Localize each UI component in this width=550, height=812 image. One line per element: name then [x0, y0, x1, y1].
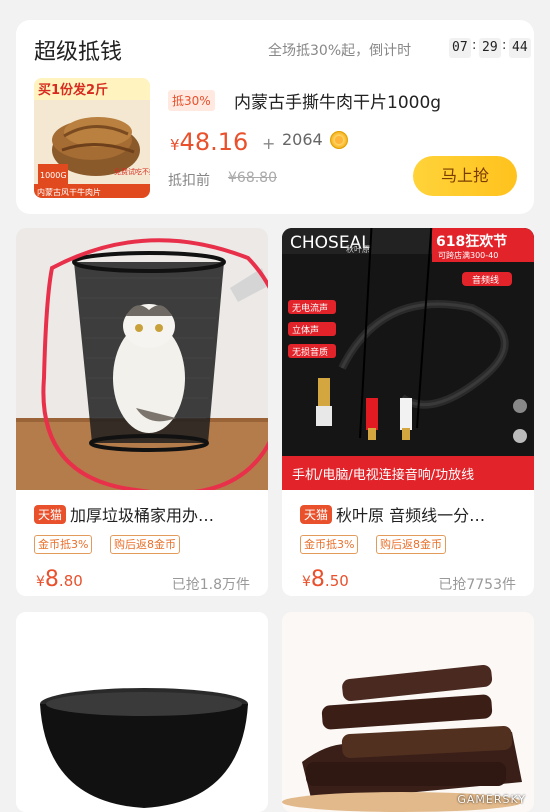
discount-tag: 抵30%: [168, 90, 215, 111]
countdown-sep: :: [502, 38, 507, 53]
product-title-text: 秋叶原 音频线一分…: [336, 506, 486, 525]
price-value: 48.16: [179, 128, 249, 156]
jerky-image: [282, 612, 534, 812]
price-dec: .80: [58, 572, 83, 590]
cashback-chip: 购后返8金币: [110, 535, 180, 554]
product-name-text: 内蒙古风干牛肉片: [37, 187, 101, 197]
guarantee-text: 免费试吃不好包退: [114, 167, 150, 176]
trash-can-image: [16, 228, 268, 490]
feature-text: 无电流声: [292, 302, 328, 314]
promo-text: 买1份发2斤: [38, 82, 108, 98]
original-price-label: 抵扣前: [168, 173, 210, 189]
cashback-chip: 购后返8金币: [376, 535, 446, 554]
coin-icon: [330, 131, 348, 149]
product-price: ¥8.80: [36, 567, 83, 592]
product-title: 天猫 秋叶原 音频线一分…: [300, 502, 534, 526]
product-card-jerky[interactable]: GAMERSKY: [282, 612, 534, 812]
tmall-badge: 天猫: [300, 505, 333, 524]
tmall-badge: 天猫: [34, 505, 67, 524]
product-title[interactable]: 内蒙古手撕牛肉干片1000g: [234, 88, 441, 113]
original-price: ¥68.80: [228, 170, 277, 186]
price-int: 8: [310, 567, 325, 592]
coin-discount-chip: 金币抵3%: [34, 535, 93, 554]
countdown-minutes: 29: [479, 38, 501, 58]
brand-cn-text: 秋叶原: [346, 244, 370, 254]
sold-count: 已抢7753件: [438, 577, 516, 593]
countdown-seconds: 44: [509, 38, 531, 58]
product-card-trash-can[interactable]: 天猫 加厚垃圾桶家用办… 金币抵3% 购后返8金币 ¥8.80 已抢1.8万件: [16, 228, 268, 596]
section-subtitle: 全场抵30%起，倒计时: [268, 43, 412, 59]
currency-symbol: ¥: [302, 574, 311, 590]
audio-cable-image: CHOSEAL 秋叶原 618狂欢节 可跨店满300-40 音频线 无电流声 立…: [282, 228, 534, 490]
product-price: ¥8.50: [302, 567, 349, 592]
plus-sign: +: [262, 134, 276, 153]
price-int: 8: [44, 567, 59, 592]
cable-tag-text: 音频线: [472, 274, 499, 286]
sold-count: 已抢1.8万件: [171, 577, 250, 593]
coin-amount: 2064: [282, 130, 323, 149]
product-price: ¥48.16: [170, 128, 248, 156]
banner-text: 618狂欢节: [436, 233, 507, 250]
bottom-banner-text: 手机/电脑/电视连接音响/功放线: [292, 467, 474, 483]
beef-jerky-image[interactable]: 买1份发2斤 1000G 内蒙古风干牛肉片 免费试吃不好包退: [34, 78, 150, 198]
feature-text: 无损音质: [292, 346, 328, 358]
countdown-sep: :: [472, 38, 477, 53]
watermark: GAMERSKY: [457, 793, 526, 806]
product-card-bowl[interactable]: [16, 612, 268, 812]
super-deal-card: 超级抵钱 全场抵30%起，倒计时 07 : 29 : 44 买1份发2斤 100…: [16, 20, 534, 214]
product-card-audio-cable[interactable]: CHOSEAL 秋叶原 618狂欢节 可跨店满300-40 音频线 无电流声 立…: [282, 228, 534, 596]
currency-symbol: ¥: [36, 574, 45, 590]
countdown-hours: 07: [449, 38, 471, 58]
coin-discount-chip: 金币抵3%: [300, 535, 359, 554]
section-title: 超级抵钱: [34, 40, 123, 65]
buy-now-button[interactable]: 马上抢: [413, 156, 517, 196]
bowl-image: [16, 612, 268, 812]
feature-text: 立体声: [292, 324, 319, 336]
product-title: 天猫 加厚垃圾桶家用办…: [34, 502, 268, 526]
product-title-text: 加厚垃圾桶家用办…: [70, 506, 215, 525]
currency-symbol: ¥: [170, 136, 180, 154]
price-dec: .50: [324, 572, 349, 590]
banner-sub-text: 可跨店满300-40: [438, 250, 498, 260]
weight-text: 1000G: [40, 171, 67, 180]
